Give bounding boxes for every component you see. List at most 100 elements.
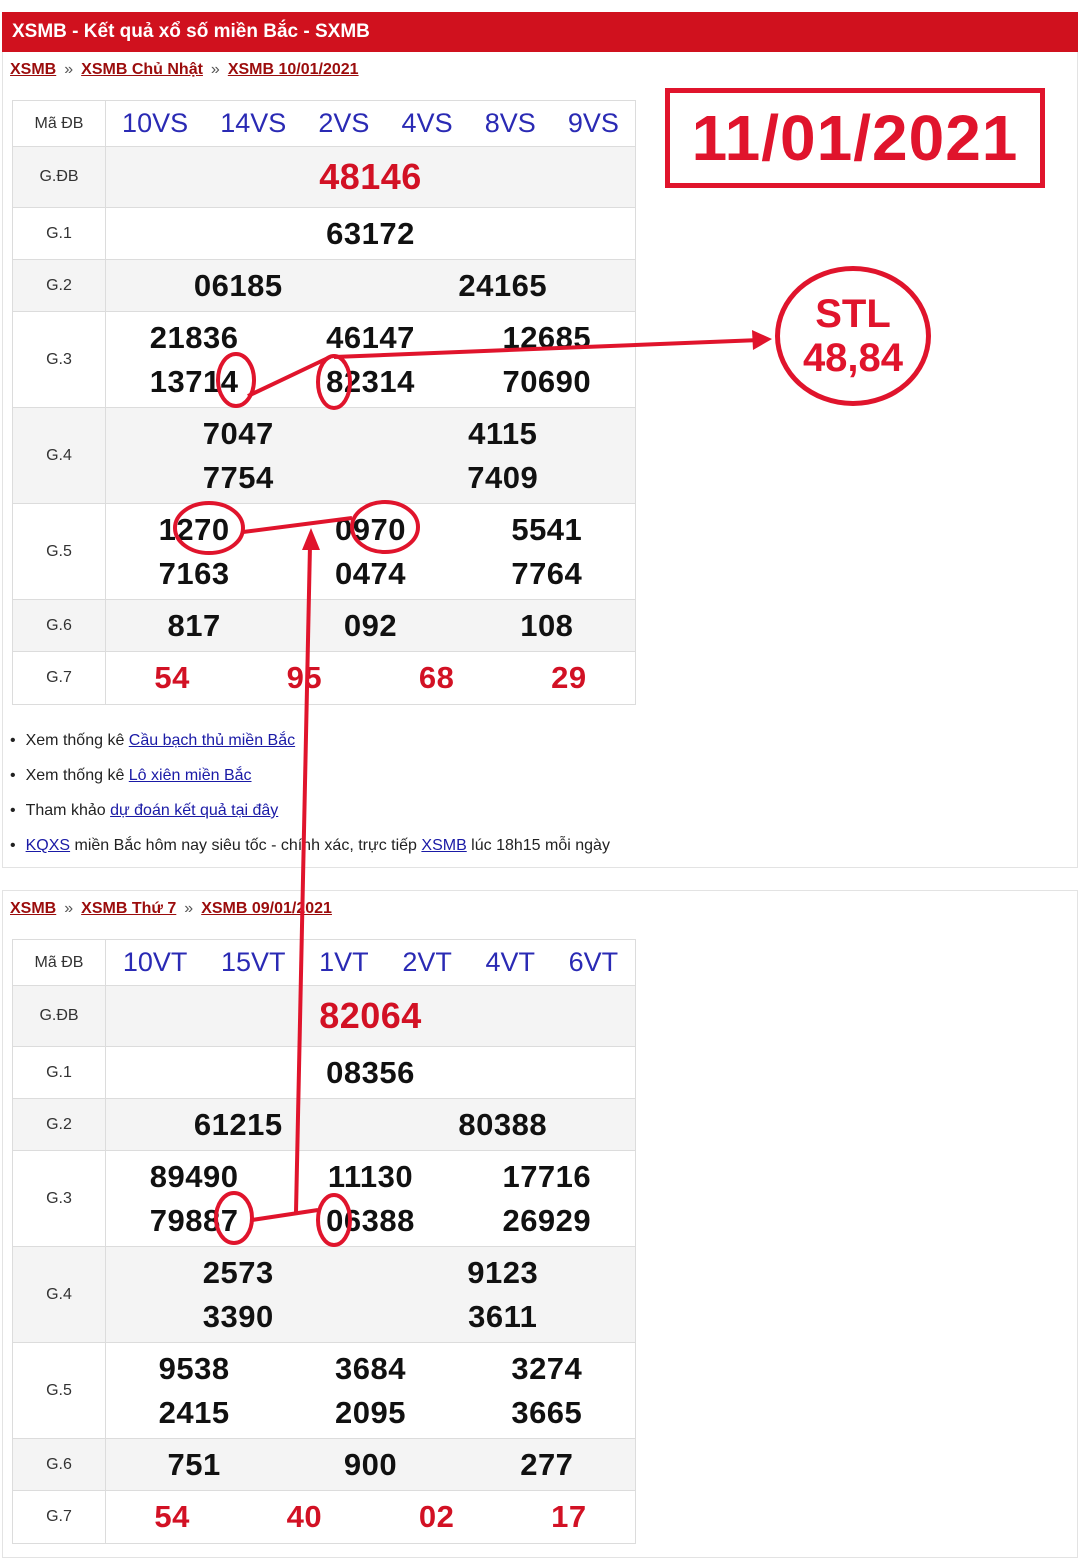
link-du-doan[interactable]: dự đoán kết quả tại đây [110,802,278,819]
prize-number: 7754 [202,459,274,495]
prize-number: 7409 [467,459,539,495]
annotation-stl-label: STL [815,292,891,336]
prize-number: 900 [343,1446,398,1482]
breadcrumb-link-weekday[interactable]: XSMB Chủ Nhật [81,61,203,78]
prize-number: 89490 [149,1158,239,1194]
prize-number: 2415 [158,1394,230,1430]
list-item: KQXS miền Bắc hôm nay siêu tốc - chính x… [10,828,610,863]
breadcrumb-link-date[interactable]: XSMB 10/01/2021 [228,61,359,78]
link-cau-bach-thu[interactable]: Cầu bạch thủ miền Bắc [129,732,295,749]
prize-number: 02 [418,1499,455,1534]
result-table: Mã ĐB 10VS 14VS 2VS 4VS 8VS 9VS G.ĐB 481… [12,100,636,705]
link-lo-xien[interactable]: Lô xiên miền Bắc [129,767,252,784]
prize-number: 82314 [326,363,415,399]
prize-number: 4115 [468,415,538,451]
link-text: miền Bắc hôm nay siêu tốc - chính xác, t… [70,837,422,854]
prize-label: G.ĐB [12,985,106,1047]
prize-number: 9538 [158,1350,230,1386]
prize-number: 9123 [467,1254,539,1290]
prize-number: 80388 [458,1106,548,1142]
prize-label: G.2 [12,1098,106,1151]
list-item: Xem thống kê Cầu bạch thủ miền Bắc [10,723,610,758]
prize-number: 70690 [502,363,592,399]
madb-code: 6VT [568,947,619,977]
link-prefix: Xem thống kê [25,732,129,749]
page-header-title: XSMB - Kết quả xổ số miền Bắc - SXMB [12,21,370,42]
list-item: Tham khảo dự đoán kết quả tại đây [10,793,610,828]
prize-number: 08356 [326,1054,415,1090]
prize-label: G.5 [12,1342,106,1439]
prize-number: 29 [551,660,587,695]
prize-label: G.4 [12,1246,106,1343]
prize-number: 5541 [511,511,583,547]
result-table: Mã ĐB 10VT 15VT 1VT 2VT 4VT 6VT G.ĐB 820… [12,939,636,1544]
prize-label: G.5 [12,503,106,600]
prize-number: 26929 [502,1202,592,1238]
link-xsmb[interactable]: XSMB [421,837,466,854]
special-prize-number: 48146 [319,156,422,197]
prize-number: 95 [286,660,323,695]
prize-label: G.2 [12,259,106,312]
prize-label: G.4 [12,407,106,504]
madb-code: 14VS [220,108,287,138]
madb-code: 10VS [122,108,189,138]
prize-label: G.3 [12,1150,106,1247]
breadcrumb: XSMB» XSMB Chủ Nhật» XSMB 10/01/2021 [10,61,359,78]
prize-number: 0970 [335,511,406,547]
link-prefix: Xem thống kê [25,767,129,784]
prize-number: 2095 [335,1394,406,1430]
list-item: Xem thống kê Lô xiên miền Bắc [10,758,610,793]
prize-label: G.1 [12,207,106,260]
madb-code: 2VS [318,108,370,138]
prize-label: G.7 [12,651,106,705]
prize-number: 06388 [326,1202,415,1238]
prize-number: 21836 [149,319,239,355]
prize-label: G.7 [12,1490,106,1544]
prize-number: 0474 [335,555,406,591]
prize-number: 277 [520,1446,574,1482]
link-kqxs[interactable]: KQXS [26,837,70,854]
madb-label: Mã ĐB [12,939,106,986]
prize-number: 751 [167,1446,221,1482]
madb-code: 2VT [402,947,452,977]
breadcrumb-link-date[interactable]: XSMB 09/01/2021 [201,900,332,917]
page-header: XSMB - Kết quả xổ số miền Bắc - SXMB [2,12,1078,52]
prize-number: 40 [286,1499,323,1534]
breadcrumb-link-xsmb[interactable]: XSMB [10,900,56,917]
prize-label: G.6 [12,1438,106,1491]
prize-number: 3684 [335,1350,406,1386]
prize-number: 54 [154,660,190,695]
prize-number: 46147 [326,319,415,355]
madb-code: 9VS [567,108,619,138]
related-links-list: Xem thống kê Cầu bạch thủ miền Bắc Xem t… [10,723,610,863]
prize-label: G.6 [12,599,106,652]
prize-number: 092 [343,607,398,643]
prize-number: 817 [167,607,221,643]
prize-number: 68 [418,660,455,695]
breadcrumb-link-weekday[interactable]: XSMB Thứ 7 [81,900,176,917]
breadcrumb: XSMB» XSMB Thứ 7» XSMB 09/01/2021 [10,900,332,917]
prize-number: 54 [154,1499,190,1534]
prize-number: 63172 [326,215,415,251]
annotation-date: 11/01/2021 [691,102,1019,174]
annotation-date-box: 11/01/2021 [665,88,1045,188]
madb-code: 15VT [220,947,286,977]
breadcrumb-link-xsmb[interactable]: XSMB [10,61,56,78]
madb-code: 8VS [484,108,536,138]
link-suffix: lúc 18h15 mỗi ngày [466,837,610,854]
prize-number: 17716 [502,1158,592,1194]
special-prize-number: 82064 [319,995,422,1036]
annotation-stl-value: 48,84 [802,336,904,380]
prize-number: 7764 [511,555,583,591]
prize-number: 61215 [193,1106,283,1142]
prize-label: G.ĐB [12,146,106,208]
prize-number: 3665 [511,1394,583,1430]
prize-label: G.3 [12,311,106,408]
prize-number: 24165 [458,267,548,303]
madb-code: 1VT [319,947,369,977]
madb-code: 10VT [122,947,188,977]
prize-number: 2573 [202,1254,274,1290]
prize-number: 3611 [468,1298,538,1334]
prize-number: 12685 [502,319,592,355]
prize-label: G.1 [12,1046,106,1099]
